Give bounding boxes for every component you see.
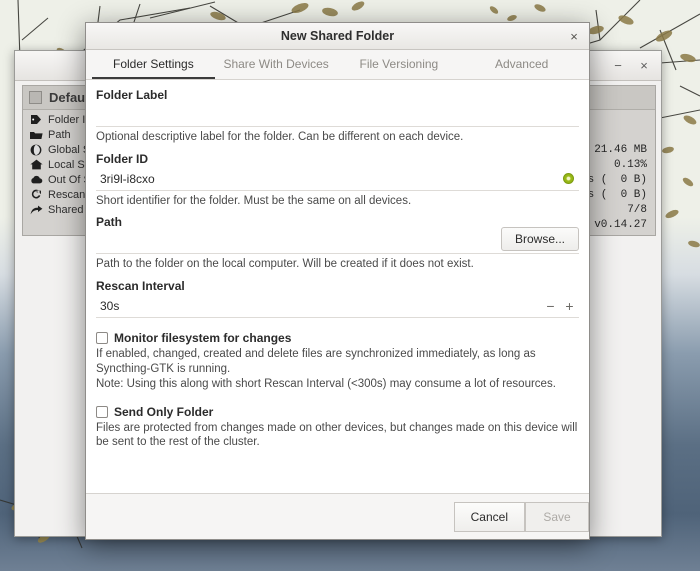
checkbox-block: Monitor filesystem for changes If enabled… [96,331,579,391]
checkbox-description: Files are protected from changes made on… [96,421,578,449]
checkbox-description: If enabled, changed, created and delete … [96,348,556,390]
dialog-action-bar: Cancel Save [86,493,589,539]
folder-icon [29,129,43,141]
folder-id-label: Folder ID [96,151,149,166]
folder-detail-value: 7/8 [627,203,647,216]
new-shared-folder-dialog[interactable]: New Shared Folder × Folder Settings Share… [85,22,590,540]
folder-id-input[interactable] [96,167,563,190]
rescan-interval-label: Rescan Interval [96,279,185,294]
checkbox-block: Send Only Folder Files are protected from… [96,405,579,451]
save-button: Save [525,501,589,532]
globe-icon [29,144,43,156]
checkbox-label: Monitor filesystem for changes [114,331,292,346]
checkbox-row[interactable]: Monitor filesystem for changes [96,331,579,345]
increment-button[interactable]: + [560,296,579,316]
tab-advanced[interactable]: Advanced [460,50,583,79]
folder-detail-value: v0.14.27 [594,218,647,231]
decrement-button[interactable]: − [541,296,560,316]
checkbox-row[interactable]: Send Only Folder [96,405,579,419]
folder-label-hint: Optional descriptive label for the folde… [96,131,464,143]
checkbox-icon[interactable] [96,332,108,345]
folder-detail-value: 21.46 MB [594,143,647,156]
dialog-tabs: Folder Settings Share With Devices File Ve… [86,50,589,80]
share-icon [29,204,43,216]
refresh-icon [29,189,43,201]
path-field[interactable]: Browse... [96,227,579,255]
dialog-content: Folder Label Optional descriptive label … [86,80,589,493]
rescan-interval-field[interactable]: − + [96,295,579,319]
rescan-interval-input[interactable] [96,295,541,318]
version-icon [29,219,43,231]
valid-indicator-icon [563,173,574,185]
folder-id-hint: Short identifier for the folder. Must be… [96,194,412,207]
dialog-titlebar: New Shared Folder × [86,23,589,50]
close-icon[interactable]: × [566,28,582,44]
folder-label-label: Folder Label [96,88,168,102]
close-button[interactable]: × [631,55,657,77]
path-hint: Path to the folder on the local computer… [96,258,474,271]
tag-icon [29,114,43,126]
checkbox-label: Send Only Folder [114,404,214,419]
cloud-icon [29,174,43,186]
folder-status-square [29,91,42,104]
checkbox-area: Monitor filesystem for changes If enabled… [96,331,579,450]
dialog-title: New Shared Folder [280,29,395,43]
minimize-button[interactable]: − [605,55,631,77]
folder-card-name: Defau [49,90,86,105]
folder-detail-value: 0.13% [613,158,647,171]
folder-label-field[interactable] [96,104,579,127]
cancel-button[interactable]: Cancel [453,501,525,532]
folder-id-field[interactable] [96,167,579,191]
checkbox-icon[interactable] [96,405,108,418]
folder-label-input[interactable] [96,104,579,126]
browse-button[interactable]: Browse... [500,227,579,252]
tab-folder-settings[interactable]: Folder Settings [92,50,215,79]
tab-file-versioning[interactable]: File Versioning [338,50,461,79]
tab-share-with-devices[interactable]: Share With Devices [215,50,338,79]
home-icon [29,159,43,171]
